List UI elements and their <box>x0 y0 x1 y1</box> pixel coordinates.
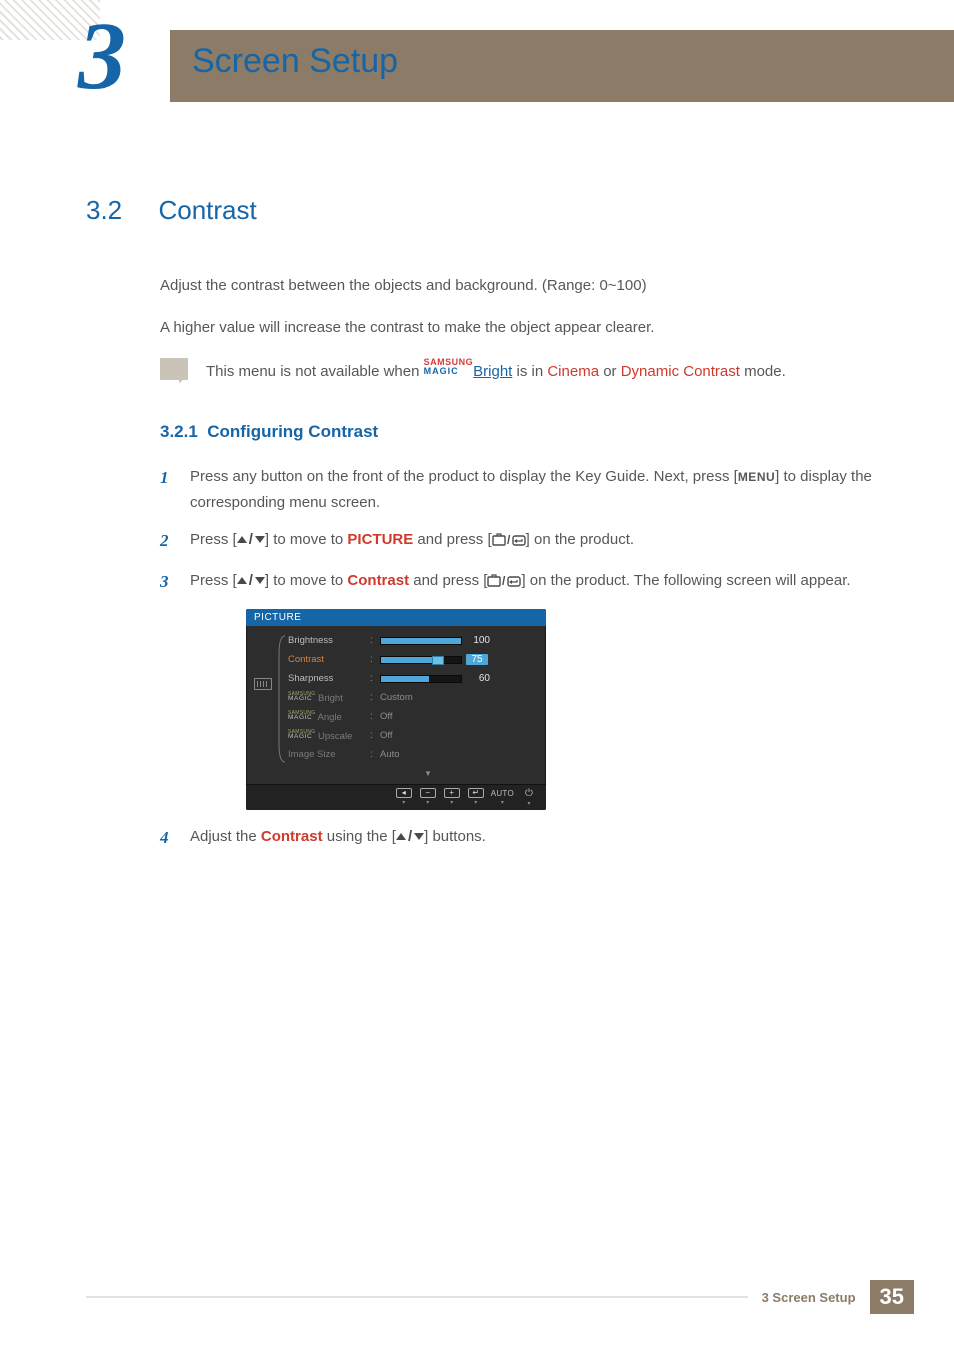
osd-row-magic-upscale: SAMSUNGMAGIC Upscale : Off <box>288 729 538 743</box>
footer-chapter-label: 3 Screen Setup <box>762 1290 856 1305</box>
contrast-word: Contrast <box>347 572 409 589</box>
step-1: 1 Press any button on the front of the p… <box>160 464 874 515</box>
note-row: This menu is not available when SAMSUNGM… <box>160 358 874 380</box>
steps: 1 Press any button on the front of the p… <box>160 464 874 597</box>
svg-text:/: / <box>502 574 506 588</box>
dynamic-contrast-word: Dynamic Contrast <box>621 363 740 380</box>
step-3: 3 Press [/] to move to Contrast and pres… <box>160 568 874 597</box>
osd-monitor-icon <box>250 634 276 778</box>
section-title: Contrast <box>158 195 256 226</box>
up-down-icon: / <box>237 572 265 589</box>
section-heading: 3.2 Contrast <box>86 195 874 226</box>
osd-row-magic-angle: SAMSUNGMAGIC Angle : Off <box>288 710 538 724</box>
osd-row-brightness: Brightness : 100 <box>288 634 538 648</box>
osd-more-arrow: ▼ <box>318 769 538 778</box>
intro-p2: A higher value will increase the contras… <box>160 316 874 340</box>
osd-footer: ◂▾ −▾ +▾ ↵▾ AUTO▾ ⏻▾ <box>246 784 546 810</box>
osd-enter-button: ↵▾ <box>467 788 485 806</box>
steps-cont: 4 Adjust the Contrast using the [/] butt… <box>160 824 874 853</box>
footer-rule <box>86 1296 748 1298</box>
step-4: 4 Adjust the Contrast using the [/] butt… <box>160 824 874 853</box>
up-down-icon: / <box>396 828 424 845</box>
subsection-heading: 3.2.1 Configuring Contrast <box>160 422 874 442</box>
osd-row-sharpness: Sharpness : 60 <box>288 672 538 686</box>
chapter-title: Screen Setup <box>192 42 398 81</box>
source-enter-icon: / <box>487 571 521 597</box>
up-down-icon: / <box>237 531 265 548</box>
step-2: 2 Press [/] to move to PICTURE and press… <box>160 527 874 556</box>
samsung-magic-logo: SAMSUNGMAGIC <box>424 358 474 376</box>
note-icon <box>160 358 188 380</box>
footer-page-number: 35 <box>870 1280 914 1314</box>
menu-button-label: MENU <box>738 470 775 484</box>
step-num-1: 1 <box>160 464 176 515</box>
osd-row-magic-bright: SAMSUNGMAGIC Bright : Custom <box>288 691 538 705</box>
osd-back-button: ◂▾ <box>395 788 413 806</box>
source-enter-icon: / <box>492 530 526 556</box>
note-text: This menu is not available when SAMSUNGM… <box>206 358 786 380</box>
intro-p1: Adjust the contrast between the objects … <box>160 274 874 298</box>
page-footer: 3 Screen Setup 35 <box>86 1280 914 1314</box>
osd-power-button: ⏻▾ <box>520 788 538 807</box>
step-num-4: 4 <box>160 824 176 853</box>
osd-row-contrast: Contrast : 75 <box>288 653 538 667</box>
contrast-word-2: Contrast <box>261 828 323 845</box>
osd-minus-button: −▾ <box>419 788 437 806</box>
section-number: 3.2 <box>86 195 154 226</box>
osd-auto-button: AUTO▾ <box>491 789 514 806</box>
osd-plus-button: +▾ <box>443 788 461 806</box>
osd-screenshot: PICTURE Brightness : 100 <box>246 609 874 810</box>
osd-title: PICTURE <box>246 609 546 626</box>
osd-row-image-size: Image Size : Auto <box>288 748 538 762</box>
osd-bracket <box>278 634 286 778</box>
step-num-3: 3 <box>160 568 176 597</box>
chapter-number: 3 <box>78 8 126 104</box>
svg-text:/: / <box>507 533 511 547</box>
intro-paragraphs: Adjust the contrast between the objects … <box>160 274 874 340</box>
bright-link[interactable]: Bright <box>473 363 512 380</box>
picture-word: PICTURE <box>347 531 413 548</box>
step-num-2: 2 <box>160 527 176 556</box>
cinema-word: Cinema <box>547 363 599 380</box>
